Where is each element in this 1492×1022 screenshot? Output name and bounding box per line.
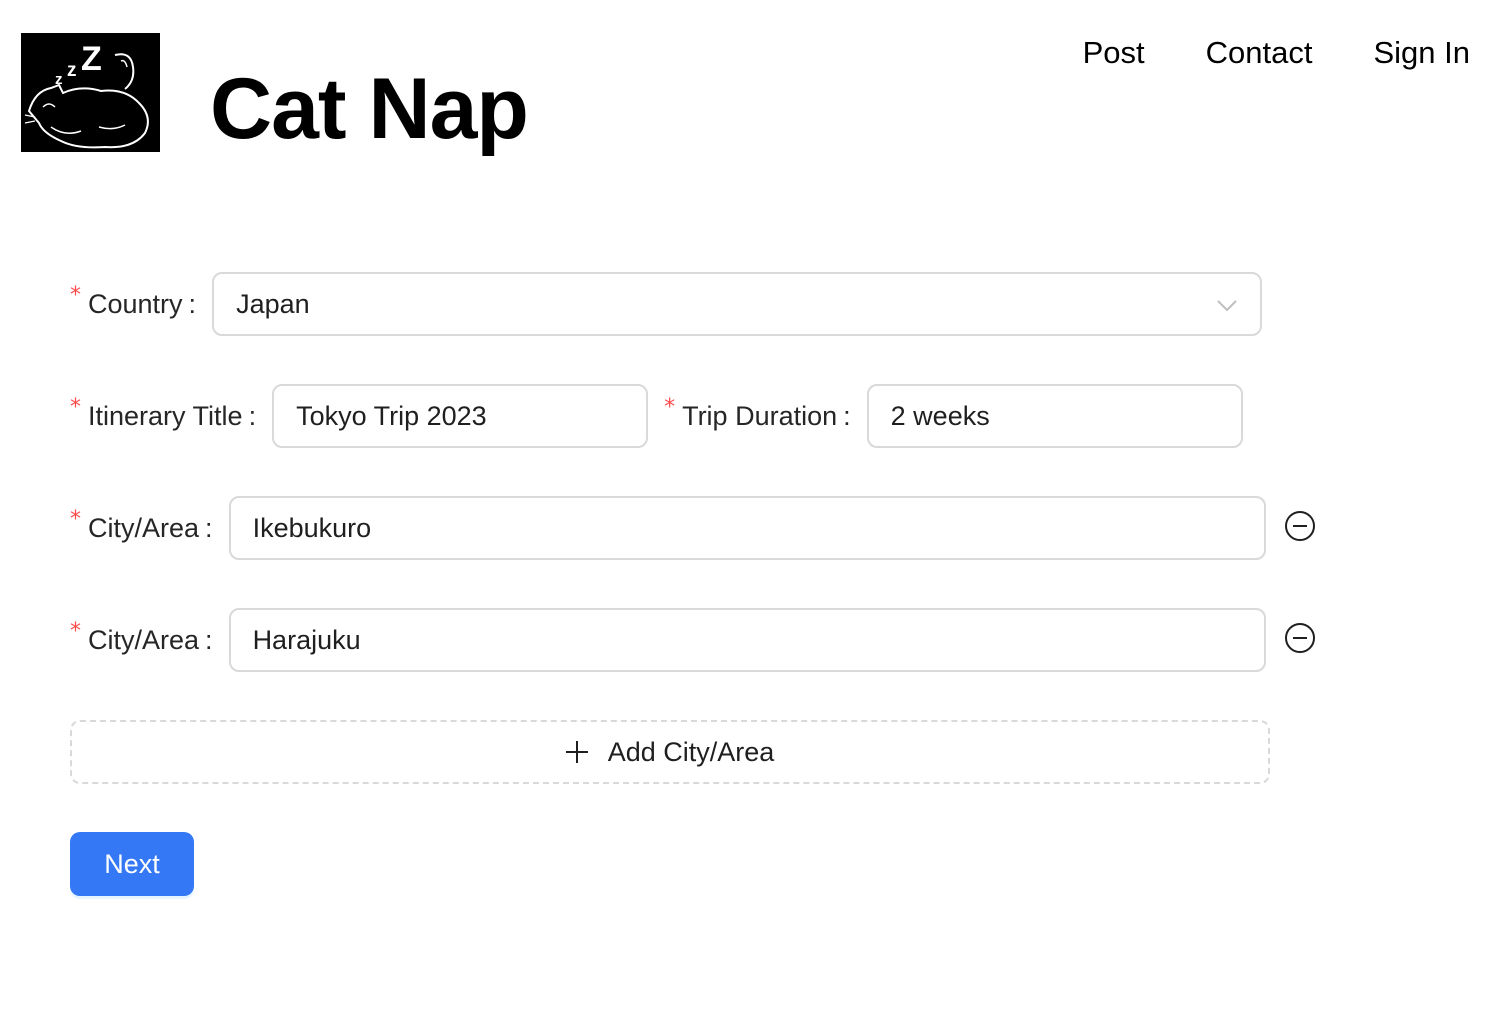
plus-icon (565, 741, 588, 763)
svg-text:z: z (67, 60, 77, 81)
sleeping-cat-icon: z z Z (21, 33, 160, 152)
nav-post[interactable]: Post (1083, 34, 1145, 72)
country-label: * Country : (70, 282, 197, 319)
trip-duration-label: * Trip Duration : (664, 394, 851, 431)
chevron-down-icon (1217, 300, 1237, 312)
city-row: * City/Area : Harajuku (70, 608, 1266, 672)
logo[interactable]: z z Z (21, 33, 160, 152)
title-duration-row: * Itinerary Title : Tokyo Trip 2023 * Tr… (70, 384, 1243, 448)
trip-duration-input[interactable]: 2 weeks (866, 384, 1243, 448)
required-mark: * (70, 618, 81, 644)
city-label: * City/Area : (70, 506, 213, 543)
remove-city-icon[interactable] (1285, 511, 1315, 541)
required-mark: * (70, 506, 81, 532)
country-select-value: Japan (236, 288, 310, 319)
required-mark: * (70, 282, 81, 308)
itinerary-title-label: * Itinerary Title : (70, 394, 257, 431)
nav-sign-in[interactable]: Sign In (1373, 34, 1470, 72)
itinerary-title-input[interactable]: Tokyo Trip 2023 (272, 384, 649, 448)
city-label: * City/Area : (70, 618, 213, 655)
nav-contact[interactable]: Contact (1206, 34, 1313, 72)
city-input[interactable]: Harajuku (228, 608, 1266, 672)
country-row: * Country : Japan (70, 272, 1263, 336)
city-row: * City/Area : Ikebukuro (70, 496, 1266, 560)
brand-title: Cat Nap (210, 61, 529, 157)
svg-text:Z: Z (81, 40, 102, 78)
city-input[interactable]: Ikebukuro (228, 496, 1266, 560)
top-nav: Post Contact Sign In (1083, 34, 1470, 72)
required-mark: * (70, 394, 81, 420)
remove-city-icon[interactable] (1285, 623, 1315, 653)
add-city-button[interactable]: Add City/Area (70, 720, 1270, 784)
country-select[interactable]: Japan (212, 272, 1263, 336)
next-button[interactable]: Next (70, 832, 194, 896)
required-mark: * (664, 394, 676, 420)
